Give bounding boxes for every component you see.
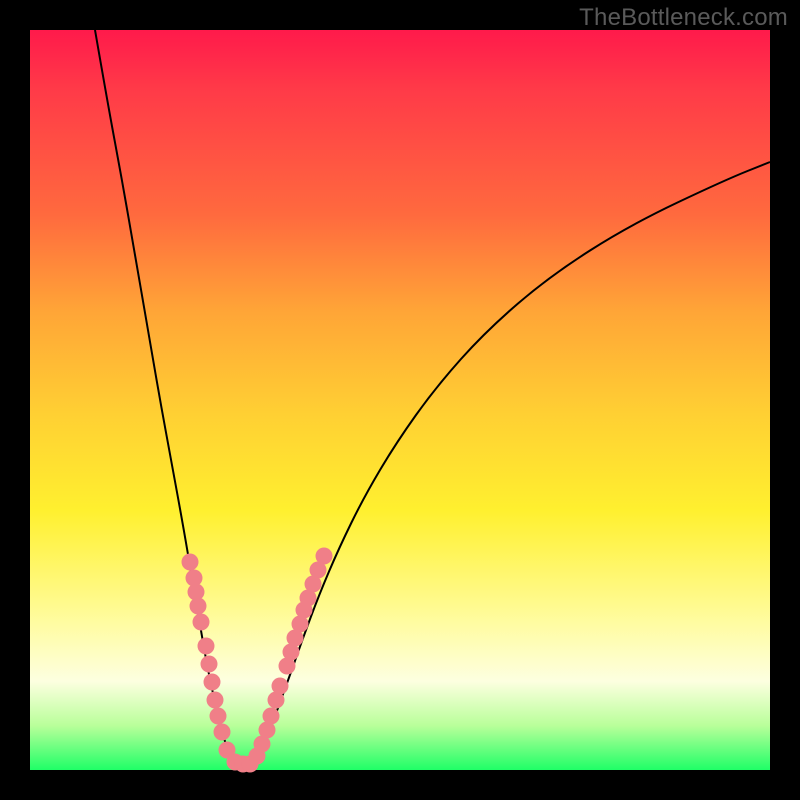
marker-point <box>214 724 231 741</box>
marker-point <box>263 708 280 725</box>
chart-frame: TheBottleneck.com <box>0 0 800 800</box>
marker-point <box>272 678 289 695</box>
curve-layer <box>30 30 770 770</box>
marker-group <box>182 548 333 773</box>
marker-point <box>193 614 210 631</box>
plot-area <box>30 30 770 770</box>
marker-point <box>201 656 218 673</box>
watermark-text: TheBottleneck.com <box>579 4 788 32</box>
marker-point <box>182 554 199 571</box>
right-curve <box>255 162 770 763</box>
marker-point <box>210 708 227 725</box>
marker-point <box>190 598 207 615</box>
marker-point <box>204 674 221 691</box>
marker-point <box>207 692 224 709</box>
marker-point <box>316 548 333 565</box>
marker-point <box>198 638 215 655</box>
